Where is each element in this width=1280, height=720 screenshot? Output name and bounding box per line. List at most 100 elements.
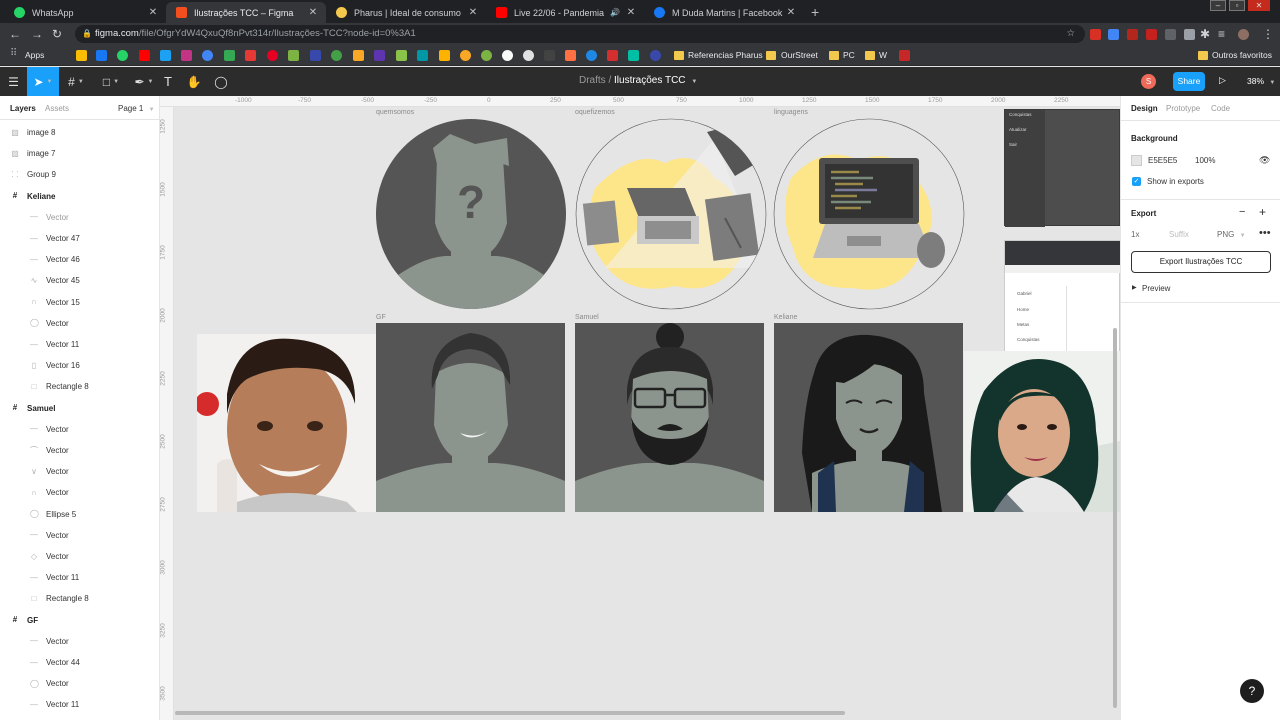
media-queue-icon[interactable]: ≡ [1218,27,1225,41]
layer-row[interactable]: ▨ image 7 [0,143,159,164]
speaker-icon[interactable]: 🔊 [610,8,620,17]
back-icon[interactable]: ← [9,27,21,41]
zoom-level[interactable]: 38% ▼ [1247,76,1275,86]
bookmark-folder[interactable]: OurStreet [781,50,818,60]
layer-row[interactable]: ◯ Vector [0,313,159,334]
bg-opacity-value[interactable]: 100% [1195,156,1215,165]
new-tab-button[interactable]: + [811,4,819,20]
frame-label-oquefizemos[interactable]: oquefizemos [575,109,615,116]
hand-tool-button[interactable]: ✋ [184,67,204,96]
layer-row[interactable]: — Vector [0,525,159,546]
text-tool-button[interactable]: T [158,67,178,96]
frame-label-samuel[interactable]: Samuel [575,314,599,321]
layer-row[interactable]: — Vector 11 [0,334,159,355]
bookmark-icon[interactable] [76,50,87,61]
url-field[interactable]: 🔒 figma.com/file/OfgrYdW4QxuQf8nPvt314r/… [75,25,1085,43]
tab-pharus[interactable]: Pharus | Ideal de consumo ✕ [326,2,486,23]
close-icon[interactable]: ✕ [624,7,638,18]
close-window-button[interactable]: ✕ [1248,0,1270,11]
comment-tool-button[interactable]: ◯ [211,67,231,96]
bookmark-icon[interactable] [396,50,407,61]
export-suffix-input[interactable]: Suffix [1169,230,1189,239]
bookmark-icon[interactable] [523,50,534,61]
layer-row[interactable]: — Vector [0,419,159,440]
layer-frame-row[interactable]: # GF [0,610,159,631]
bookmark-folder[interactable]: Referencias Pharus [688,50,763,60]
whatsapp-icon[interactable] [117,50,128,61]
more-vert-icon[interactable]: ⋮ [1262,27,1274,41]
horizontal-scrollbar[interactable] [175,711,845,715]
bookmark-icon[interactable] [288,50,299,61]
layer-row[interactable]: — Vector 44 [0,652,159,673]
keliane-avatar-illustration[interactable] [774,323,963,512]
move-tool-button[interactable]: ➤ ▼ [27,67,59,96]
page-selector[interactable]: Page 1 ▼ [118,104,155,113]
twitter-icon[interactable] [160,50,171,61]
pdf-extension-icon[interactable] [1127,29,1138,40]
bookmark-icon[interactable] [353,50,364,61]
layer-row[interactable]: ∩ Vector 15 [0,292,159,313]
layer-frame-row[interactable]: # Samuel [0,398,159,419]
github-icon[interactable] [502,50,513,61]
bookmark-icon[interactable] [417,50,428,61]
bookmark-icon[interactable] [331,50,342,61]
gf-avatar-illustration[interactable] [376,323,565,512]
minimize-button[interactable]: – [1210,0,1226,11]
more-horizontal-icon[interactable]: ••• [1259,227,1271,239]
bookmark-icon[interactable] [544,50,555,61]
maximize-button[interactable]: ▫ [1229,0,1245,11]
samuel-avatar-illustration[interactable] [575,323,764,512]
pen-tool-button[interactable]: ✒ ▼ [128,67,160,96]
bookmark-icon[interactable] [310,50,321,61]
puzzle-icon[interactable]: ✱ [1200,27,1210,41]
layer-row[interactable]: ▨ image 8 [0,122,159,143]
tab-assets[interactable]: Assets [45,104,69,113]
frame-label-gf[interactable]: GF [376,314,386,321]
extension-icon[interactable] [1090,29,1101,40]
bookmark-folder[interactable]: PC [843,50,855,60]
tab-design[interactable]: Design [1131,104,1158,113]
close-icon[interactable]: ✕ [466,7,480,18]
layer-row[interactable]: □ Rectangle 8 [0,588,159,609]
show-in-exports-checkbox[interactable]: ✓ [1132,177,1141,186]
photo-keliane[interactable] [964,351,1120,512]
tab-facebook[interactable]: M Duda Martins | Facebook ✕ [644,2,804,23]
layer-row[interactable]: ⸬ Group 9 [0,164,159,185]
figma-canvas[interactable]: quemsomos oquefizemos linguagens ? Conqu… [175,108,1120,720]
layer-row[interactable]: — Vector [0,631,159,652]
tab-whatsapp[interactable]: WhatsApp ✕ [4,2,166,23]
breadcrumb-drafts[interactable]: Drafts [579,75,606,86]
photo-gf[interactable] [197,334,376,512]
export-button[interactable]: Export Ilustrações TCC [1131,251,1271,273]
bookmark-icon[interactable] [586,50,597,61]
eye-icon[interactable]: 👁 [1259,155,1270,166]
shape-tool-button[interactable]: □ ▼ [95,67,127,96]
layer-row[interactable]: ∨ Vector [0,461,159,482]
figma-icon[interactable] [565,50,576,61]
extension-icon[interactable] [1165,29,1176,40]
layer-row[interactable]: ◯ Ellipse 5 [0,504,159,525]
layer-row[interactable]: ◯ Vector [0,673,159,694]
pinterest-icon[interactable] [267,50,278,61]
layer-row[interactable]: ◇ Vector [0,546,159,567]
close-icon[interactable]: ✕ [306,7,320,18]
bookmark-icon[interactable] [607,50,618,61]
extension-icon[interactable] [1108,29,1119,40]
present-icon[interactable]: ▷ [1219,75,1226,86]
layer-row[interactable]: ∿ Vector 45 [0,270,159,291]
drive-icon[interactable] [224,50,235,61]
preview-toggle[interactable]: Preview [1142,284,1170,293]
instagram-icon[interactable] [181,50,192,61]
youtube-icon[interactable] [139,50,150,61]
chevron-down-icon[interactable]: ▼ [691,79,697,85]
oquefizemos-illustration[interactable] [575,118,767,310]
layer-row[interactable]: ⌒ Vector [0,440,159,461]
layer-row[interactable]: — Vector 46 [0,249,159,270]
layer-row[interactable]: — Vector 11 [0,694,159,715]
close-icon[interactable]: ✕ [784,7,798,18]
tab-youtube[interactable]: Live 22/06 - Pandemia e Ben 🔊 ✕ [486,2,644,23]
linguagens-illustration[interactable] [773,118,965,310]
extension-icon[interactable] [1146,29,1157,40]
export-scale[interactable]: 1x [1131,230,1139,239]
tab-code[interactable]: Code [1211,104,1230,113]
